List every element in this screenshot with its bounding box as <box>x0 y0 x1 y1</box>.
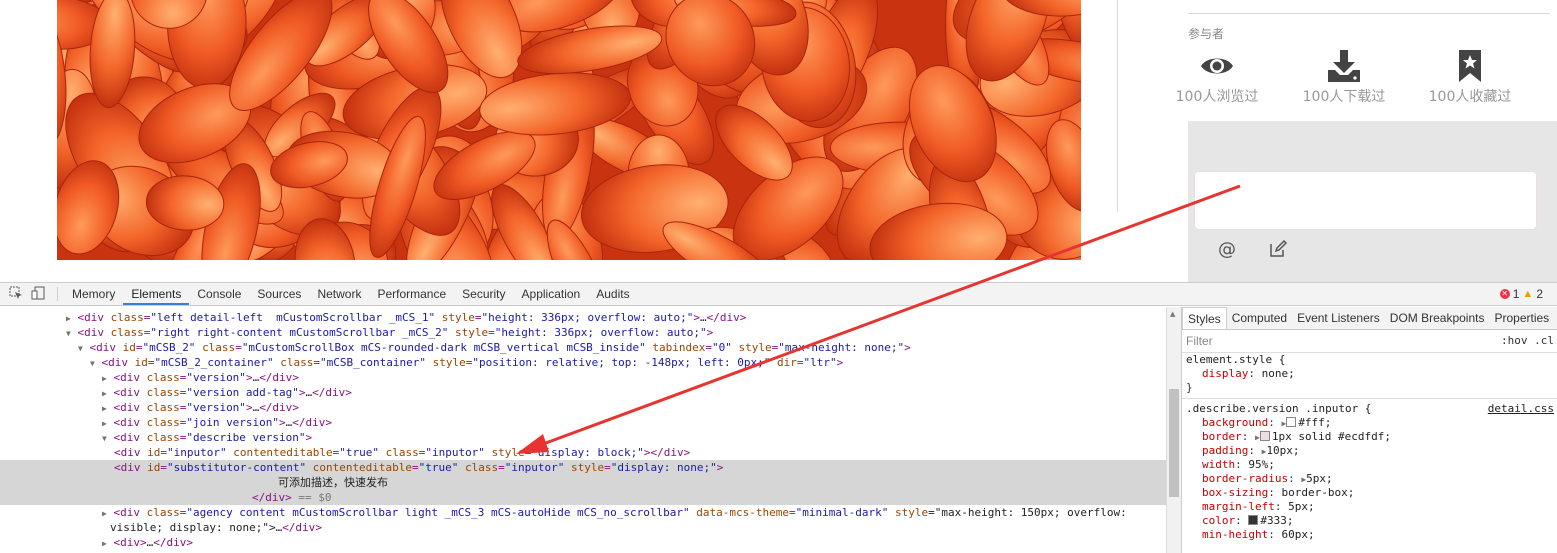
devtools-toolbar: Memory Elements Console Sources Network Perfo… <box>0 283 1557 306</box>
right-panel: 参与者 100人浏览过 100人下载过 100人收藏过 @ <box>1170 0 1557 282</box>
participants-label: 参与者 <box>1188 27 1225 41</box>
css-property[interactable]: margin-left: 5px; <box>1182 500 1557 514</box>
tab-audits[interactable]: Audits <box>588 283 637 305</box>
styles-filter[interactable]: Filter :hov .cl <box>1182 330 1557 353</box>
color-swatch[interactable] <box>1259 431 1270 441</box>
tab-security[interactable]: Security <box>454 283 513 305</box>
selected-dom-node[interactable]: </div> == $0 <box>0 490 1166 505</box>
rule-close: } <box>1186 381 1193 394</box>
toolbar-separator <box>57 287 58 301</box>
filter-input[interactable]: Filter <box>1186 334 1213 348</box>
expand-toggle-icon[interactable]: ▼ <box>66 329 71 338</box>
css-property[interactable]: padding: ▶10px; <box>1182 444 1557 458</box>
rule-separator <box>1182 398 1557 399</box>
section-divider <box>1188 13 1550 14</box>
styles-tab-styles[interactable]: Styles <box>1182 307 1227 329</box>
tab-network[interactable]: Network <box>309 283 369 305</box>
views-stat[interactable]: 100人浏览过 <box>1162 48 1272 106</box>
download-icon <box>1289 48 1399 84</box>
styles-pane: Styles Computed Event Listeners DOM Breakpo… <box>1181 307 1557 553</box>
edit-icon[interactable] <box>1268 239 1288 264</box>
hov-toggle[interactable]: :hov .cl <box>1501 334 1554 347</box>
css-property[interactable]: min-height: 60px; <box>1182 528 1557 542</box>
selected-dom-node[interactable]: <div id="substitutor-content" contentedi… <box>0 460 1166 475</box>
expand-toggle-icon[interactable]: ▶ <box>102 374 107 383</box>
css-property[interactable]: box-sizing: border-box; <box>1182 486 1557 500</box>
expand-toggle-icon[interactable]: ▼ <box>90 359 95 368</box>
warning-icon: ▲ <box>1522 288 1534 300</box>
warning-count: 2 <box>1536 287 1543 301</box>
devtools-tabs: Memory Elements Console Sources Network Perfo… <box>64 283 638 305</box>
tab-application[interactable]: Application <box>514 283 589 305</box>
downloads-stat-label: 100人下载过 <box>1302 89 1386 105</box>
css-property[interactable]: color: #333; <box>1182 514 1557 528</box>
scroll-thumb[interactable] <box>1169 389 1179 497</box>
selected-dom-node[interactable]: 可添加描述，快速发布 <box>0 475 1166 490</box>
css-source-link[interactable]: detail.css <box>1488 402 1554 416</box>
error-icon: ✕ <box>1499 289 1510 299</box>
styles-tab-computed[interactable]: Computed <box>1227 307 1292 329</box>
color-swatch[interactable] <box>1286 417 1297 427</box>
flower-hero-image <box>57 0 1081 260</box>
dom-tree-scrollbar[interactable]: ▲ <box>1166 307 1181 553</box>
describe-section: @ <box>1188 121 1557 282</box>
at-icon[interactable]: @ <box>1218 239 1236 260</box>
tab-sources[interactable]: Sources <box>249 283 309 305</box>
css-property[interactable]: border-radius: ▶5px; <box>1182 472 1557 486</box>
css-property[interactable]: border: ▶ 1px solid #ecdfdf; <box>1182 430 1557 444</box>
tab-memory[interactable]: Memory <box>64 283 123 305</box>
expand-toggle-icon[interactable]: ▶ <box>102 419 107 428</box>
css-property[interactable]: width: 95%; <box>1182 458 1557 472</box>
scroll-up-icon[interactable]: ▲ <box>1170 310 1175 318</box>
css-property[interactable]: background: ▶ #fff; <box>1182 416 1557 430</box>
inspect-element-icon[interactable] <box>9 286 23 304</box>
expand-toggle-icon[interactable]: ▶ <box>102 509 107 518</box>
tab-performance[interactable]: Performance <box>369 283 454 305</box>
views-stat-label: 100人浏览过 <box>1175 89 1259 105</box>
bookmark-star-icon <box>1415 48 1525 84</box>
css-selector[interactable]: element.style { <box>1182 353 1557 367</box>
expand-toggle-icon[interactable]: ▶ <box>102 389 107 398</box>
favorites-stat-label: 100人收藏过 <box>1428 89 1512 105</box>
tab-console[interactable]: Console <box>189 283 249 305</box>
expand-toggle-icon[interactable]: ▶ <box>102 539 107 548</box>
color-swatch[interactable] <box>1248 515 1259 525</box>
web-page: 参与者 100人浏览过 100人下载过 100人收藏过 @ <box>0 0 1557 282</box>
device-toolbar-icon[interactable] <box>31 286 45 304</box>
description-input[interactable] <box>1194 171 1537 230</box>
elements-dom-tree[interactable]: ••• ▶ <div class="left detail-left mCust… <box>0 307 1166 553</box>
devtools-panel: Memory Elements Console Sources Network Perfo… <box>0 282 1557 553</box>
issue-counter[interactable]: ✕ 1 ▲ 2 <box>1499 287 1543 301</box>
flower-petals-graphic <box>57 0 1081 260</box>
eye-icon <box>1162 48 1272 84</box>
expand-toggle-icon[interactable]: ▼ <box>102 434 107 443</box>
styles-tab-event-listeners[interactable]: Event Listeners <box>1292 307 1385 329</box>
css-selector[interactable]: .describe.version .inputor {detail.css <box>1182 402 1557 416</box>
expand-toggle-icon[interactable]: ▼ <box>78 344 83 353</box>
downloads-stat[interactable]: 100人下载过 <box>1289 48 1399 106</box>
tab-elements[interactable]: Elements <box>123 283 190 305</box>
styles-tabs: Styles Computed Event Listeners DOM Breakpo… <box>1182 307 1557 330</box>
content-divider <box>1117 0 1118 212</box>
styles-tab-dom-breakpoints[interactable]: DOM Breakpoints <box>1385 307 1490 329</box>
error-count: 1 <box>1512 287 1520 301</box>
expand-toggle-icon[interactable]: ▶ <box>102 404 107 413</box>
styles-tab-properties[interactable]: Properties <box>1489 307 1554 329</box>
favorites-stat[interactable]: 100人收藏过 <box>1415 48 1525 106</box>
css-rules: element.style {display: none;} .describe.… <box>1182 353 1557 542</box>
expand-toggle-icon[interactable]: ▶ <box>66 314 71 323</box>
css-property[interactable]: display: none; <box>1182 367 1557 381</box>
